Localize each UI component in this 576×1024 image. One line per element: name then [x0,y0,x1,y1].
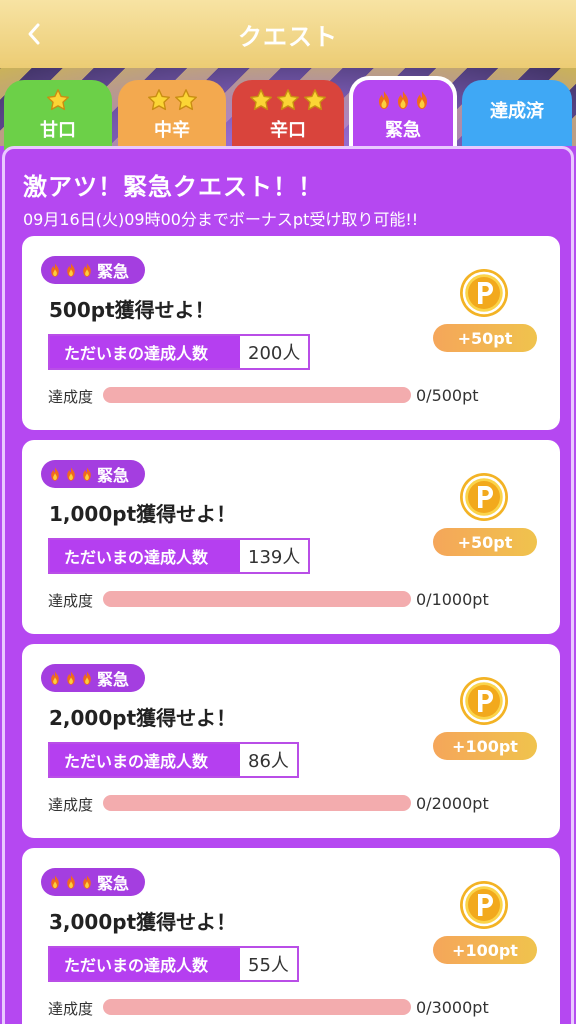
counter-label: ただいまの達成人数 [50,336,240,368]
tab-tasseizumi[interactable]: 達成済 [462,80,572,146]
badge-label: 緊急 [97,670,130,689]
quest-title: 500pt獲得せよ！ [49,298,215,322]
flame-icon [376,90,392,110]
reward-badge: +100pt [433,936,537,964]
tab-label: 中辛 [154,120,190,141]
tab-amakuchi[interactable]: 甘口 [4,80,112,150]
p-coin-icon [459,880,509,930]
counter-value: 200人 [240,336,309,368]
urgent-badge: 緊急 [41,460,145,488]
flame-icon [49,466,61,482]
progress-bar [103,387,411,403]
p-coin-icon [459,268,509,318]
p-coin-icon [459,472,509,522]
panel-subtitle: 09月16日(火)09時00分までボーナスpt受け取り可能!! [23,210,419,229]
progress-text: 0/500pt [416,386,479,405]
flame-icon [81,466,93,482]
progress-bar [103,795,411,811]
progress-label: 達成度 [48,388,94,406]
progress-text: 0/3000pt [416,998,489,1017]
progress-label: 達成度 [48,1000,94,1018]
flame-icon [65,670,77,686]
flame-icon [49,262,61,278]
quest-card[interactable]: 緊急 2,000pt獲得せよ！ ただいまの達成人数 86人 達成度 0/2000… [22,644,560,838]
flame-icon [49,874,61,890]
page-title: クエスト [238,22,338,51]
quest-title: 3,000pt獲得せよ！ [49,910,237,934]
counter-label: ただいまの達成人数 [50,540,240,572]
tab-label: 緊急 [385,120,421,141]
quest-card[interactable]: 緊急 3,000pt獲得せよ！ ただいまの達成人数 55人 達成度 0/3000… [22,848,560,1024]
star-rating [249,88,327,112]
counter-label: ただいまの達成人数 [50,948,240,980]
reward-badge: +100pt [433,732,537,760]
tab-chukara[interactable]: 中辛 [118,80,226,150]
badge-label: 緊急 [97,874,130,893]
tab-label: 甘口 [40,120,76,141]
flame-icon [81,874,93,890]
tab-label: 辛口 [270,120,306,141]
quest-title: 1,000pt獲得せよ！ [49,502,237,526]
star-icon [174,88,198,112]
flame-icon [49,670,61,686]
progress-text: 0/2000pt [416,794,489,813]
progress-label: 達成度 [48,796,94,814]
badge-label: 緊急 [97,466,130,485]
quest-title: 2,000pt獲得せよ！ [49,706,237,730]
achiever-counter: ただいまの達成人数 86人 [48,742,299,778]
reward-badge: +50pt [433,528,537,556]
p-coin-icon [459,676,509,726]
progress-bar [103,591,411,607]
urgent-badge: 緊急 [41,868,145,896]
quest-card[interactable]: 緊急 1,000pt獲得せよ！ ただいまの達成人数 139人 達成度 0/100… [22,440,560,634]
flame-icon [414,90,430,110]
urgent-badge: 緊急 [41,256,145,284]
tab-label: 達成済 [490,101,544,122]
star-icon [249,88,273,112]
badge-label: 緊急 [97,262,130,281]
counter-label: ただいまの達成人数 [50,744,240,776]
tab-kinkyu[interactable]: 緊急 [349,76,457,154]
flame-icon [65,466,77,482]
quest-panel: 激アツ！緊急クエスト！！ 09月16日(火)09時00分までボーナスpt受け取り… [2,146,574,1024]
flame-rating [376,88,430,112]
counter-value: 55人 [240,948,297,980]
flame-icon [65,262,77,278]
flame-icon [81,670,93,686]
progress-bar [103,999,411,1015]
flame-icon [81,262,93,278]
panel-title: 激アツ！緊急クエスト！！ [23,173,323,201]
star-icon [147,88,171,112]
counter-value: 139人 [240,540,309,572]
urgent-badge: 緊急 [41,664,145,692]
star-icon [46,88,70,112]
progress-label: 達成度 [48,592,94,610]
achiever-counter: ただいまの達成人数 200人 [48,334,311,370]
app-header: クエスト [0,0,576,68]
reward-badge: +50pt [433,324,537,352]
back-button[interactable] [18,18,50,50]
star-icon [303,88,327,112]
achiever-counter: ただいまの達成人数 139人 [48,538,311,574]
achiever-counter: ただいまの達成人数 55人 [48,946,299,982]
chevron-left-icon [28,23,40,45]
flame-icon [395,90,411,110]
counter-value: 86人 [240,744,297,776]
star-rating [147,88,198,112]
progress-text: 0/1000pt [416,590,489,609]
tab-karakuchi[interactable]: 辛口 [232,80,344,150]
quest-card[interactable]: 緊急 500pt獲得せよ！ ただいまの達成人数 200人 達成度 0/500pt… [22,236,560,430]
star-rating [46,88,70,112]
flame-icon [65,874,77,890]
star-icon [276,88,300,112]
